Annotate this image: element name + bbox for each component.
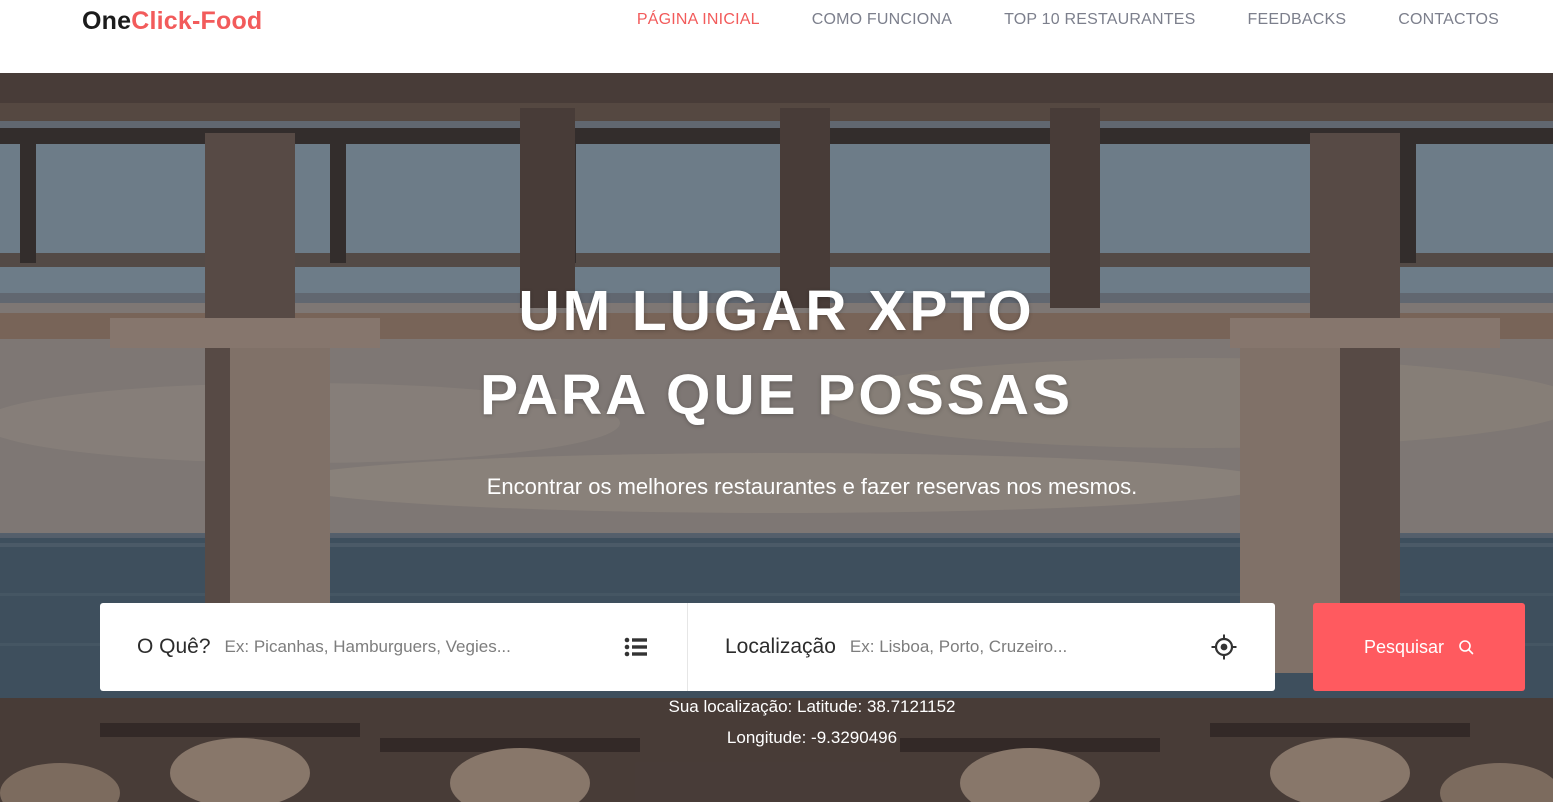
longitude-text: Longitude: -9.3290496 <box>726 728 898 747</box>
search-button[interactable]: Pesquisar <box>1313 603 1525 691</box>
nav-item-feedbacks[interactable]: FEEDBACKS <box>1248 10 1347 30</box>
search-icon <box>1459 640 1474 655</box>
search-button-label: Pesquisar <box>1363 636 1445 657</box>
hero-title: UM LUGAR XPTO PARA QUE POSSAS <box>0 269 1553 437</box>
logo-text-click-food: Click-Food <box>131 7 263 35</box>
hero-title-line-2: PARA QUE POSSAS <box>480 363 1073 427</box>
search-location-segment: Localização <box>687 603 1275 691</box>
main-nav: PÁGINA INICIAL COMO FUNCIONA TOP 10 REST… <box>637 10 1499 30</box>
hero-subtitle: Encontrar os melhores restaurantes e faz… <box>486 474 1138 499</box>
site-header: OneClick-Food PÁGINA INICIAL COMO FUNCIO… <box>0 0 1553 73</box>
logo-text-one: One <box>82 7 132 35</box>
search-location-input[interactable] <box>847 636 1192 658</box>
hero-section: UM LUGAR XPTO PARA QUE POSSAS Encontrar … <box>0 73 1553 802</box>
search-form: O Quê? Localização <box>100 603 1275 691</box>
search-location-label: Localização <box>725 635 836 658</box>
search-what-input[interactable] <box>222 636 567 658</box>
nav-item-how-it-works[interactable]: COMO FUNCIONA <box>812 10 952 30</box>
nav-item-top10[interactable]: TOP 10 RESTAURANTES <box>1004 10 1195 30</box>
latitude-text: Sua localização: Latitude: 38.7121152 <box>668 697 956 716</box>
nav-item-contacts[interactable]: CONTACTOS <box>1398 10 1499 30</box>
user-location-info: Sua localização: Latitude: 38.7121152 Lo… <box>0 691 1553 753</box>
list-icon[interactable] <box>623 634 649 660</box>
search-what-segment: O Quê? <box>100 603 687 691</box>
hero-title-line-1: UM LUGAR XPTO <box>518 279 1035 343</box>
search-what-label: O Quê? <box>137 635 211 658</box>
location-target-icon[interactable] <box>1211 634 1237 660</box>
nav-item-home[interactable]: PÁGINA INICIAL <box>637 10 760 30</box>
site-logo[interactable]: OneClick-Food <box>82 6 262 36</box>
